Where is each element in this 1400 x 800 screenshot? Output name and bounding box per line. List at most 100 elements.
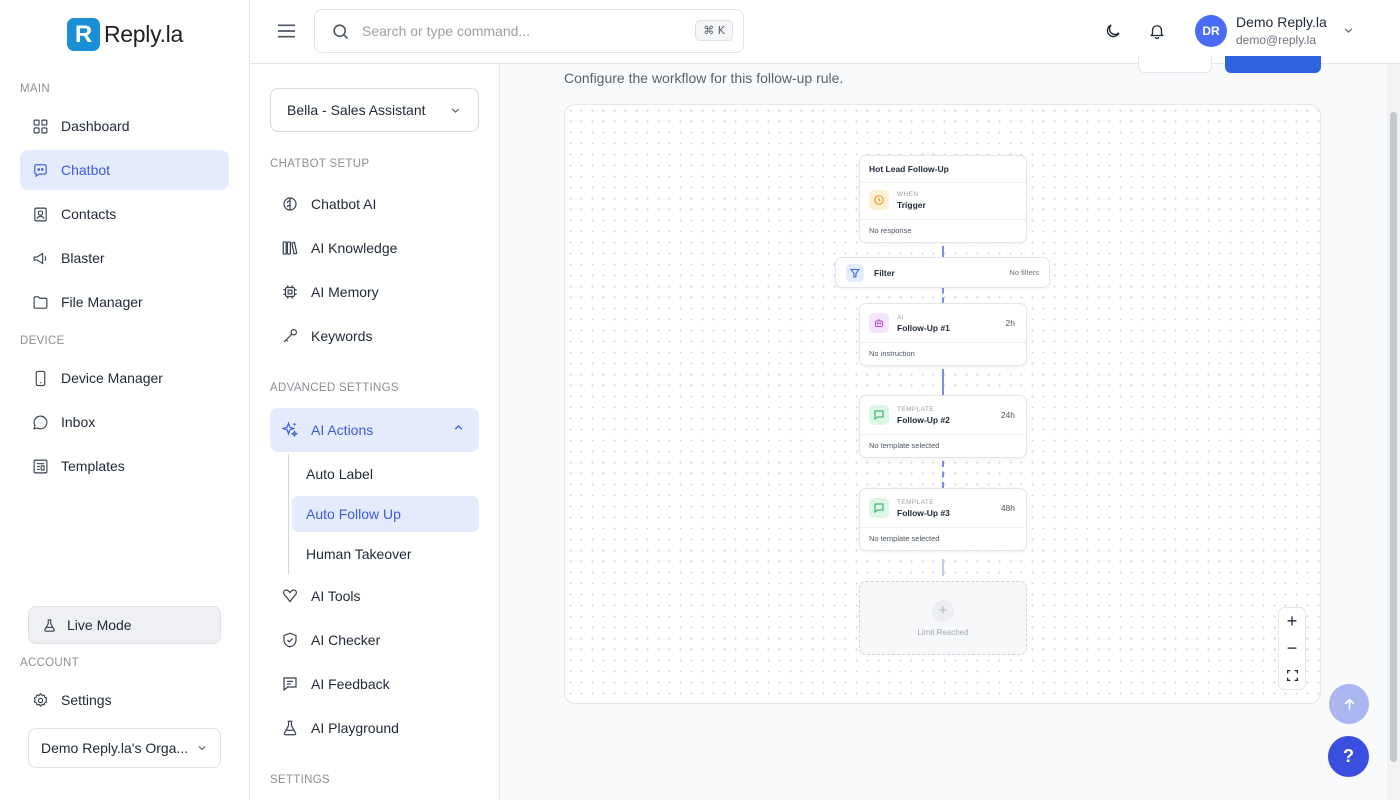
connector-line — [942, 288, 944, 303]
sidebar-item-label: File Manager — [61, 294, 143, 310]
subnav-item-keywords[interactable]: Keywords — [270, 316, 479, 356]
brand-logo[interactable]: R Reply.la — [67, 18, 183, 51]
feedback-icon — [283, 677, 297, 692]
sidebar-item-label: Dashboard — [61, 118, 130, 134]
chevron-up-icon — [454, 424, 463, 430]
sparkles-icon — [281, 421, 299, 438]
follow-up-step-node[interactable]: TEMPLATE Follow-Up #3 48h No template se… — [859, 488, 1027, 551]
node-title: Trigger — [897, 199, 926, 210]
node-title: Follow-Up #3 — [897, 507, 950, 518]
section-label-main: MAIN — [20, 83, 50, 95]
sidebar-item-templates[interactable]: Templates — [20, 446, 229, 486]
sidebar-item-inbox[interactable]: Inbox — [20, 402, 229, 442]
step-node-body: TEMPLATE Follow-Up #2 24h — [860, 396, 1026, 434]
dark-mode-moon-icon[interactable] — [1104, 22, 1122, 40]
subnav-item-chatbot-ai[interactable]: Chatbot AI — [270, 184, 479, 224]
follow-up-step-node[interactable]: TEMPLATE Follow-Up #2 24h No template se… — [859, 395, 1027, 458]
user-menu[interactable]: DR Demo Reply.la demo@reply.la — [1195, 14, 1355, 47]
subnav-child-human-takeover[interactable]: Human Takeover — [292, 536, 479, 572]
subnav-item-ai-feedback[interactable]: AI Feedback — [270, 664, 479, 704]
trigger-node[interactable]: Hot Lead Follow-Up WHEN Trigger No respo… — [859, 155, 1027, 243]
submenu-guide-line — [288, 454, 289, 574]
subnav-item-ai-tools[interactable]: AI Tools — [270, 576, 479, 616]
message-icon — [869, 405, 889, 425]
section-label-settings: SETTINGS — [270, 774, 330, 786]
subnav-item-ai-actions[interactable]: AI Actions — [270, 408, 479, 452]
dashboard-icon — [33, 119, 48, 133]
user-email: demo@reply.la — [1236, 33, 1316, 47]
live-mode-button[interactable]: Live Mode — [28, 606, 221, 644]
subnav-item-label: AI Playground — [311, 720, 399, 736]
help-button[interactable]: ? — [1328, 736, 1369, 777]
step-node-text: AI Follow-Up #1 — [897, 314, 950, 333]
subnav-item-ai-knowledge[interactable]: AI Knowledge — [270, 228, 479, 268]
trigger-node-text: WHEN Trigger — [897, 191, 926, 210]
subnav-item-ai-playground[interactable]: AI Playground — [270, 708, 479, 748]
delay-label: 24h — [1000, 410, 1015, 420]
sidebar-item-chatbot[interactable]: Chatbot — [20, 150, 229, 190]
shield-check-icon — [283, 632, 297, 648]
search-input[interactable] — [362, 23, 682, 39]
notification-bell-icon[interactable] — [1148, 22, 1166, 40]
main-sidebar: R Reply.la MAIN Dashboard Chatbot Contac… — [0, 0, 250, 800]
limit-reached-label: Limit Reached — [917, 627, 969, 637]
node-tag: WHEN — [897, 190, 919, 198]
search-box[interactable]: ⌘ K — [314, 9, 744, 53]
chevron-down-icon — [1344, 28, 1352, 33]
organization-select[interactable]: Demo Reply.la's Orga... — [28, 728, 221, 768]
chevron-down-icon — [451, 107, 460, 113]
clock-icon — [869, 190, 889, 210]
step-node-body: AI Follow-Up #1 2h — [860, 304, 1026, 342]
robot-icon — [869, 313, 889, 333]
step-node-text: TEMPLATE Follow-Up #3 — [897, 499, 950, 518]
hamburger-menu-icon[interactable] — [277, 22, 296, 40]
node-tag: TEMPLATE — [897, 405, 935, 413]
subnav-item-ai-memory[interactable]: AI Memory — [270, 272, 479, 312]
scroll-to-top-button[interactable] — [1329, 684, 1369, 724]
node-tag: TEMPLATE — [897, 498, 935, 506]
zoom-out-button[interactable]: − — [1279, 635, 1305, 662]
filter-node[interactable]: Filter No filters — [835, 257, 1050, 288]
follow-up-step-node[interactable]: AI Follow-Up #1 2h No instruction — [859, 303, 1027, 366]
sidebar-item-contacts[interactable]: Contacts — [20, 194, 229, 234]
sidebar-item-device-manager[interactable]: Device Manager — [20, 358, 229, 398]
primary-action-button[interactable] — [1225, 56, 1321, 73]
avatar: DR — [1195, 14, 1227, 47]
subnav-child-auto-follow-up[interactable]: Auto Follow Up — [292, 496, 479, 532]
sidebar-item-label: Device Manager — [61, 370, 163, 386]
step-node-text: TEMPLATE Follow-Up #2 — [897, 406, 950, 425]
fit-view-button[interactable] — [1279, 662, 1305, 689]
zoom-in-button[interactable]: + — [1279, 608, 1305, 635]
scrollbar-thumb[interactable] — [1390, 112, 1397, 762]
subnav-item-label: AI Tools — [311, 588, 361, 604]
sidebar-item-dashboard[interactable]: Dashboard — [20, 106, 229, 146]
step-node-body: TEMPLATE Follow-Up #3 48h — [860, 489, 1026, 527]
user-name: Demo Reply.la — [1236, 14, 1327, 30]
subnav-item-label: AI Checker — [311, 632, 381, 648]
sidebar-item-label: Inbox — [61, 414, 96, 430]
sidebar-item-blaster[interactable]: Blaster — [20, 238, 229, 278]
node-footer: No response — [860, 219, 1026, 242]
workflow-canvas[interactable]: Hot Lead Follow-Up WHEN Trigger No respo… — [564, 104, 1321, 704]
templates-icon — [33, 459, 48, 473]
phone-icon — [35, 370, 46, 386]
subnav-item-label: AI Feedback — [311, 676, 390, 692]
brain-icon — [283, 197, 297, 211]
megaphone-icon — [33, 252, 47, 264]
page-scrollbar[interactable] — [1387, 64, 1400, 800]
chatbot-select[interactable]: Bella - Sales Assistant — [270, 88, 479, 132]
search-shortcut-badge: ⌘ K — [695, 20, 733, 41]
subnav-child-auto-label[interactable]: Auto Label — [292, 456, 479, 492]
secondary-action-button[interactable] — [1138, 56, 1212, 73]
sidebar-item-file-manager[interactable]: File Manager — [20, 282, 229, 322]
subnav-item-ai-checker[interactable]: AI Checker — [270, 620, 479, 660]
node-footer: No template selected — [860, 527, 1026, 550]
filter-icon — [846, 263, 864, 282]
chip-icon — [283, 285, 297, 299]
section-label-advanced-settings: ADVANCED SETTINGS — [270, 382, 399, 394]
sidebar-item-label: Chatbot — [61, 162, 111, 178]
subnav-item-label: AI Knowledge — [311, 240, 398, 256]
sidebar-item-settings[interactable]: Settings — [20, 680, 229, 720]
page-description: Configure the workflow for this follow-u… — [564, 70, 844, 86]
logo-mark: R — [67, 18, 100, 51]
